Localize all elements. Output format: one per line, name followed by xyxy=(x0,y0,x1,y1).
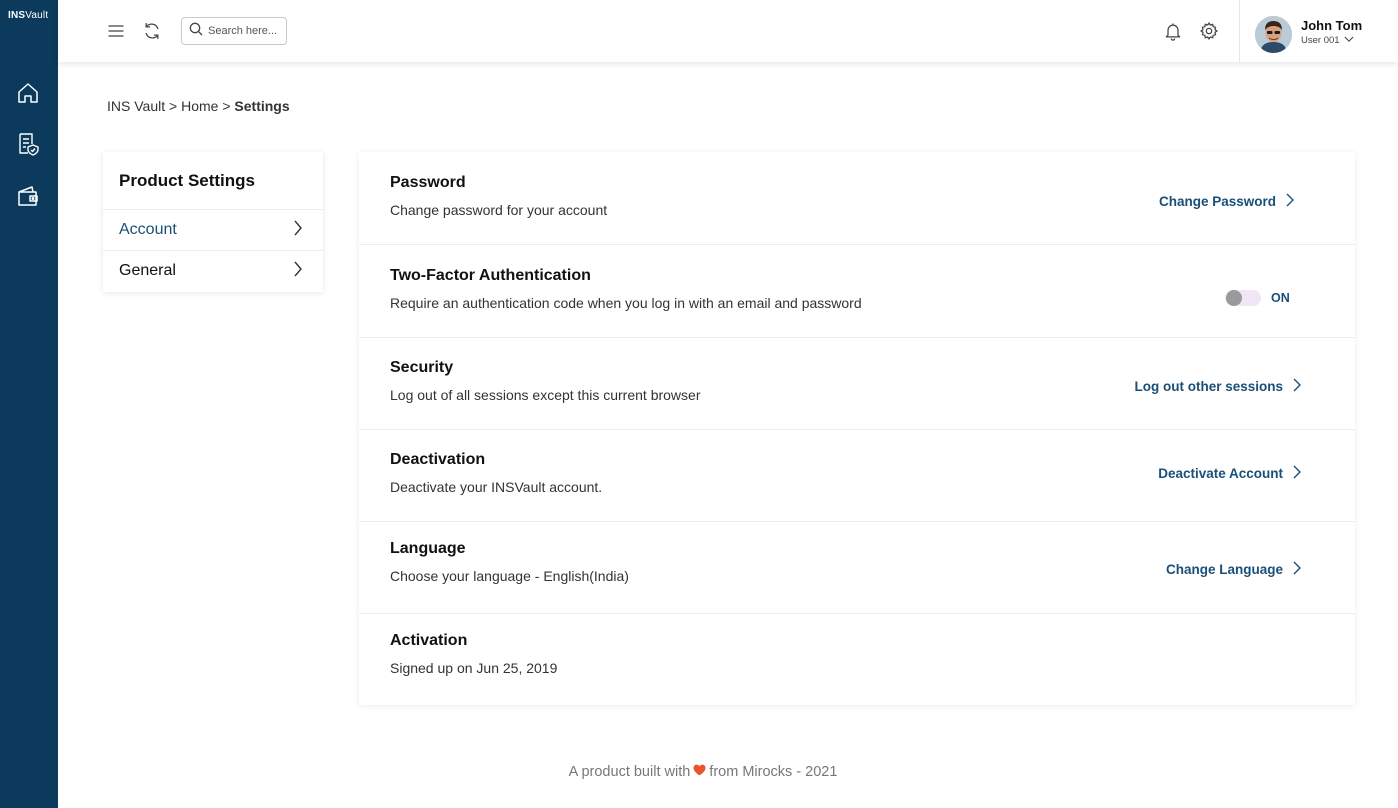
setting-row-language: Language Choose your language - English(… xyxy=(359,522,1355,614)
footer-text-before: A product built with xyxy=(568,764,691,780)
setting-title: Two-Factor Authentication xyxy=(390,267,591,284)
wallet-icon[interactable] xyxy=(15,183,41,209)
setting-title: Security xyxy=(390,359,454,376)
change-password-link[interactable]: Change Password xyxy=(1159,193,1294,210)
toggle-label: ON xyxy=(1271,291,1290,305)
chevron-right-icon xyxy=(1293,378,1301,395)
setting-row-two-factor: Two-Factor Authentication Require an aut… xyxy=(359,245,1355,338)
change-language-link[interactable]: Change Language xyxy=(1166,561,1301,578)
setting-row-password: Password Change password for your accoun… xyxy=(359,152,1355,245)
chevron-right-icon xyxy=(1293,465,1301,482)
menu-icon[interactable] xyxy=(104,19,128,43)
footer: A product built with from Mirocks - 2021 xyxy=(0,764,1398,780)
breadcrumb-root[interactable]: INS Vault xyxy=(107,98,165,114)
user-menu[interactable]: User 001 xyxy=(1301,35,1354,46)
setting-description: Deactivate your INSVault account. xyxy=(390,479,603,495)
chevron-right-icon xyxy=(293,220,303,241)
two-factor-toggle[interactable]: ON xyxy=(1225,290,1290,306)
breadcrumb-current: Settings xyxy=(234,98,290,114)
refresh-icon[interactable] xyxy=(140,19,164,43)
settings-panel: Password Change password for your accoun… xyxy=(359,152,1355,705)
breadcrumb: INS Vault > Home > Settings xyxy=(107,98,290,114)
setting-title: Activation xyxy=(390,632,468,649)
settings-nav-label: General xyxy=(119,262,176,279)
avatar[interactable] xyxy=(1255,16,1292,53)
setting-title: Password xyxy=(390,174,466,191)
chevron-down-icon xyxy=(1344,35,1354,46)
home-icon[interactable] xyxy=(15,80,41,106)
setting-description: Choose your language - English(India) xyxy=(390,568,629,584)
user-name: John Tom xyxy=(1301,18,1363,33)
search-icon xyxy=(188,21,204,42)
breadcrumb-separator: > xyxy=(165,98,182,114)
logo-bold-text: INS xyxy=(8,10,26,21)
action-label: Deactivate Account xyxy=(1158,466,1283,481)
settings-nav-general[interactable]: General xyxy=(103,250,323,291)
settings-nav-title: Product Settings xyxy=(119,171,256,190)
chevron-right-icon xyxy=(1293,561,1301,578)
app-logo: INSVault xyxy=(8,10,48,21)
setting-row-deactivation: Deactivation Deactivate your INSVault ac… xyxy=(359,430,1355,522)
top-bar: John Tom User 001 xyxy=(58,0,1398,62)
search-box[interactable] xyxy=(181,17,287,45)
setting-row-activation: Activation Signed up on Jun 25, 2019 xyxy=(359,614,1355,705)
log-out-sessions-link[interactable]: Log out other sessions xyxy=(1134,378,1301,395)
heart-icon xyxy=(693,764,706,780)
setting-title: Language xyxy=(390,540,466,557)
setting-title: Deactivation xyxy=(390,451,486,468)
user-role: User 001 xyxy=(1301,35,1340,46)
action-label: Change Language xyxy=(1165,562,1283,577)
topbar-divider xyxy=(1239,0,1240,62)
document-shield-icon[interactable] xyxy=(15,131,41,157)
action-label: Log out other sessions xyxy=(1134,379,1283,394)
sidebar: INSVault xyxy=(0,0,58,808)
settings-nav-account[interactable]: Account xyxy=(103,209,323,250)
search-input[interactable] xyxy=(208,25,284,37)
toggle-knob xyxy=(1226,290,1242,306)
action-label: Change Password xyxy=(1158,194,1276,209)
footer-text-after: from Mirocks - 2021 xyxy=(709,764,838,780)
logo-text: Vault xyxy=(25,10,49,21)
chevron-right-icon xyxy=(1286,193,1294,210)
setting-description: Signed up on Jun 25, 2019 xyxy=(390,660,558,676)
setting-description: Log out of all sessions except this curr… xyxy=(390,387,701,403)
chevron-right-icon xyxy=(293,261,303,282)
settings-nav: Product Settings Account General xyxy=(103,152,323,292)
toggle-track xyxy=(1225,290,1261,306)
setting-description: Change password for your account xyxy=(390,202,608,218)
setting-description: Require an authentication code when you … xyxy=(390,295,862,311)
gear-icon[interactable] xyxy=(1197,19,1221,43)
breadcrumb-home[interactable]: Home xyxy=(181,98,218,114)
breadcrumb-separator: > xyxy=(218,98,235,114)
deactivate-account-link[interactable]: Deactivate Account xyxy=(1158,465,1301,482)
setting-row-security: Security Log out of all sessions except … xyxy=(359,338,1355,430)
settings-nav-label: Account xyxy=(119,221,177,238)
bell-icon[interactable] xyxy=(1161,19,1185,43)
